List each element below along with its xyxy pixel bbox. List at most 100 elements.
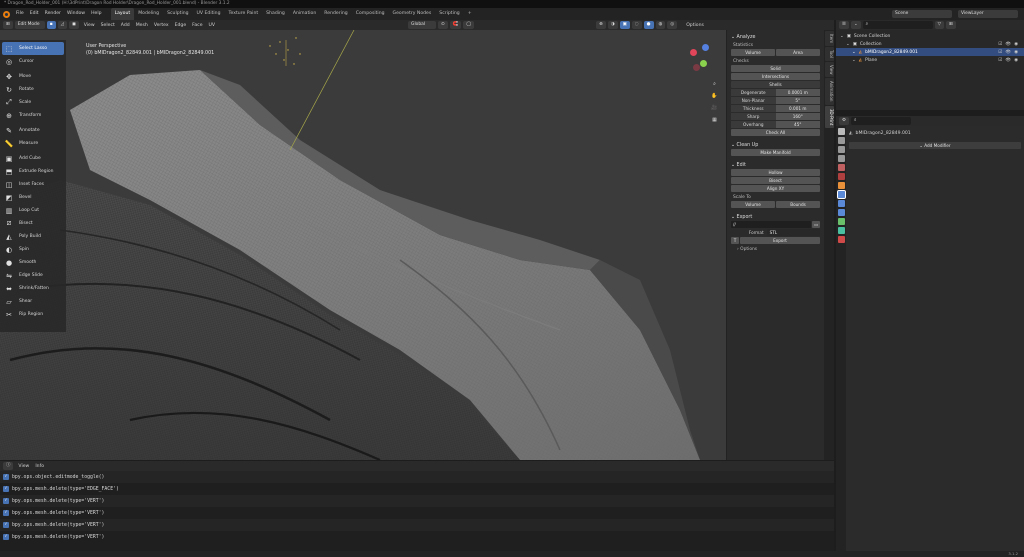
outliner-item-plane[interactable]: ⌄ ◭ Plane ☑ 👁 ◉ bbox=[836, 56, 1024, 64]
check-row-overhang[interactable]: Overhang 45° bbox=[731, 121, 820, 128]
zoom-icon[interactable]: ⌕ bbox=[710, 80, 719, 89]
axis-z-icon[interactable] bbox=[702, 44, 709, 51]
log-row[interactable]: ✓ bpy.ops.mesh.delete(type='VERT') bbox=[0, 495, 834, 507]
viewport-menu-view[interactable]: View bbox=[81, 23, 98, 28]
axis-y-icon[interactable] bbox=[700, 60, 707, 67]
gizmo-toggle-button[interactable]: ⊕ bbox=[596, 21, 606, 29]
shading-material-button[interactable]: ◍ bbox=[655, 21, 666, 29]
options-dropdown[interactable]: Options bbox=[683, 23, 707, 28]
constraints-tab-icon[interactable] bbox=[837, 218, 845, 225]
tool-shrink-fatten[interactable]: ⬌ Shrink/Fatten bbox=[2, 282, 64, 295]
align-xy-button[interactable]: Align XY bbox=[731, 185, 820, 192]
add-modifier-button[interactable]: ⌄ Add Modifier bbox=[849, 142, 1021, 149]
menu-render[interactable]: Render bbox=[42, 8, 64, 20]
sidebar-tab-animation[interactable]: Animation bbox=[825, 78, 834, 105]
tool-tab-icon[interactable] bbox=[837, 128, 845, 135]
viewport-menu-add[interactable]: Add bbox=[118, 23, 133, 28]
outliner-display-mode-button[interactable]: ⌄ bbox=[850, 21, 861, 29]
expand-chevron-icon[interactable]: ⌄ bbox=[852, 50, 856, 55]
menu-window[interactable]: Window bbox=[64, 8, 88, 20]
properties-editor-type-button[interactable]: ⚙ bbox=[839, 117, 849, 125]
pivot-point-button[interactable]: ⊙ bbox=[438, 21, 448, 29]
scene-selector[interactable]: Scene bbox=[892, 10, 952, 18]
xray-toggle-button[interactable]: ▣ bbox=[619, 21, 630, 29]
export-type-icon[interactable]: T bbox=[731, 237, 739, 244]
tab-uv-editing[interactable]: UV Editing bbox=[193, 8, 225, 20]
scene-tab-icon[interactable] bbox=[837, 164, 845, 171]
view-layer-tab-icon[interactable] bbox=[837, 155, 845, 162]
camera-icon[interactable]: ◉ bbox=[1014, 50, 1018, 55]
check-value-field[interactable]: 0.001 m bbox=[775, 105, 820, 112]
cleanup-panel-header[interactable]: ⌄ Clean Up bbox=[731, 141, 820, 149]
checkbox-icon[interactable]: ☑ bbox=[998, 50, 1002, 55]
menu-help[interactable]: Help bbox=[88, 8, 104, 20]
log-row[interactable]: ✓ bpy.ops.mesh.delete(type='VERT') bbox=[0, 531, 834, 543]
volume-button[interactable]: Volume bbox=[731, 49, 775, 56]
camera-icon[interactable]: ◉ bbox=[1014, 58, 1018, 63]
checkbox-icon[interactable]: ☑ bbox=[998, 58, 1002, 63]
camera-view-icon[interactable]: 🎥 bbox=[710, 104, 719, 113]
eye-icon[interactable]: 👁 bbox=[1005, 58, 1011, 63]
edit-panel-header[interactable]: ⌄ Edit bbox=[731, 161, 820, 169]
tool-loop-cut[interactable]: ▥ Loop Cut bbox=[2, 204, 64, 217]
add-workspace-button[interactable]: + bbox=[464, 8, 476, 20]
axis-x-icon[interactable] bbox=[690, 49, 697, 56]
log-row[interactable]: ✓ bpy.ops.object.editmode_toggle() bbox=[0, 471, 834, 483]
log-row[interactable]: ✓ bpy.ops.mesh.delete(type='VERT') bbox=[0, 507, 834, 519]
navigation-gizmo[interactable] bbox=[690, 44, 720, 74]
export-panel-header[interactable]: ⌄ Export bbox=[731, 213, 820, 221]
folder-icon[interactable]: ▭ bbox=[812, 221, 820, 228]
modifier-tab-icon[interactable] bbox=[836, 190, 846, 199]
shading-solid-button[interactable]: ● bbox=[643, 21, 654, 29]
tool-cursor[interactable]: ◎ Cursor bbox=[2, 55, 64, 68]
face-select-button[interactable]: ◼ bbox=[69, 21, 79, 29]
hollow-button[interactable]: Hollow bbox=[731, 169, 820, 176]
tool-scale[interactable]: ⤢ Scale bbox=[2, 96, 64, 109]
editor-type-button[interactable]: ⊞ bbox=[3, 21, 13, 29]
format-select[interactable]: STL bbox=[766, 229, 820, 236]
tool-select-lasso[interactable]: ⬚ Select Lasso bbox=[2, 42, 64, 55]
outliner-search-field[interactable]: ⌕ bbox=[862, 21, 933, 29]
tab-sculpting[interactable]: Sculpting bbox=[163, 8, 192, 20]
axis-neg-x-icon[interactable] bbox=[693, 64, 700, 71]
export-path-field[interactable]: // bbox=[731, 221, 811, 228]
world-tab-icon[interactable] bbox=[837, 173, 845, 180]
viewport-menu-select[interactable]: Select bbox=[98, 23, 118, 28]
viewport-menu-edge[interactable]: Edge bbox=[172, 23, 190, 28]
info-log[interactable]: ✓ bpy.ops.object.editmode_toggle() ✓ bpy.op… bbox=[0, 471, 834, 551]
eye-icon[interactable]: 👁 bbox=[1005, 42, 1011, 47]
checkbox-icon[interactable]: ☑ bbox=[998, 42, 1002, 47]
tool-shear[interactable]: ▱ Shear bbox=[2, 295, 64, 308]
mode-selector[interactable]: Edit Mode bbox=[14, 21, 45, 29]
snap-button[interactable]: 🧲 bbox=[449, 21, 462, 29]
tab-compositing[interactable]: Compositing bbox=[352, 8, 389, 20]
tool-bevel[interactable]: ◩ Bevel bbox=[2, 191, 64, 204]
pan-hand-icon[interactable]: ✋ bbox=[710, 92, 719, 101]
outliner-item-bmidragon2-82849-001[interactable]: ⌄ ◭ bMIDragon2_82849.001 ☑ 👁 ◉ bbox=[836, 48, 1024, 56]
eye-icon[interactable]: 👁 bbox=[1005, 50, 1011, 55]
object-tab-icon[interactable] bbox=[837, 182, 845, 189]
viewport-menu-face[interactable]: Face bbox=[189, 23, 205, 28]
data-tab-icon[interactable] bbox=[837, 227, 845, 234]
tool-transform[interactable]: ⊕ Transform bbox=[2, 109, 64, 122]
physics-tab-icon[interactable] bbox=[837, 209, 845, 216]
tool-rip-region[interactable]: ✂ Rip Region bbox=[2, 308, 64, 321]
check-row-sharp[interactable]: Sharp 160° bbox=[731, 113, 820, 120]
tool-spin[interactable]: ◐ Spin bbox=[2, 243, 64, 256]
tool-inset-faces[interactable]: ◫ Inset Faces bbox=[2, 178, 64, 191]
menu-edit[interactable]: Edit bbox=[27, 8, 42, 20]
outliner-editor-type-button[interactable]: ☰ bbox=[839, 21, 849, 29]
check-row-thickness[interactable]: Thickness 0.001 m bbox=[731, 105, 820, 112]
area-button[interactable]: Area bbox=[776, 49, 820, 56]
info-editor-type-button[interactable]: ⓘ bbox=[3, 462, 14, 470]
ortho-grid-icon[interactable]: ▦ bbox=[710, 116, 719, 125]
tab-modeling[interactable]: Modeling bbox=[134, 8, 163, 20]
filter-icon[interactable]: ▽ bbox=[934, 21, 945, 29]
outliner-item-scene-collection[interactable]: ⌄ ▣ Scene Collection bbox=[836, 32, 1024, 40]
transform-orientation-select[interactable]: Global bbox=[408, 21, 437, 29]
sidebar-tab-3d-print[interactable]: 3D-Print bbox=[825, 105, 834, 129]
sidebar-tab-item[interactable]: Item bbox=[825, 31, 834, 47]
viewport-menu-vertex[interactable]: Vertex bbox=[151, 23, 172, 28]
log-row[interactable]: ✓ bpy.ops.mesh.delete(type='VERT') bbox=[0, 519, 834, 531]
material-tab-icon[interactable] bbox=[837, 236, 845, 243]
